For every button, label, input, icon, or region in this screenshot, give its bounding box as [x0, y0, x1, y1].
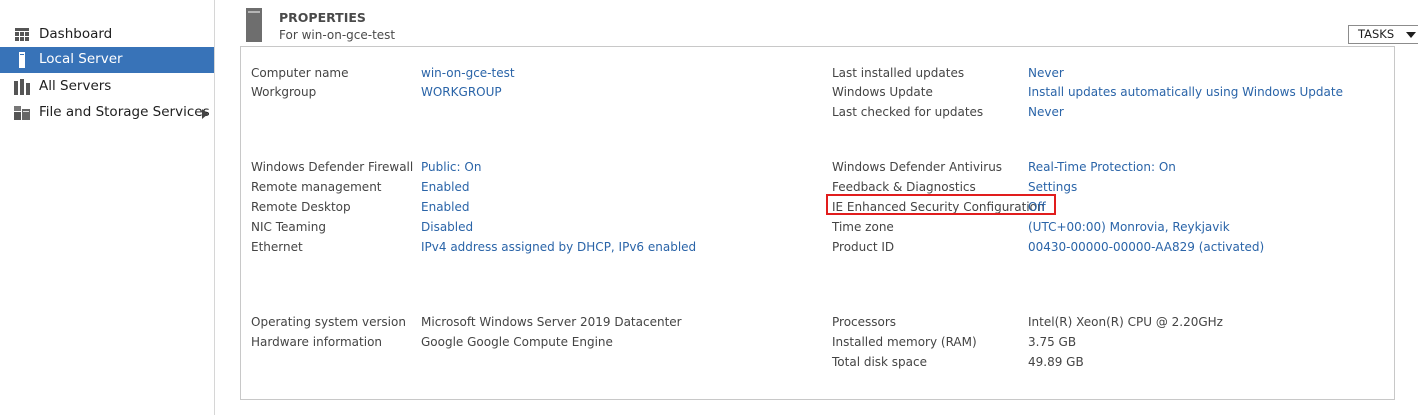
property-value: 49.89 GB — [1028, 355, 1084, 369]
ie-esc-value-link[interactable]: Off — [1028, 200, 1046, 214]
property-label: Windows Defender Firewall — [251, 160, 414, 174]
property-label: Workgroup — [251, 85, 317, 99]
properties-header: PROPERTIES For win-on-gce-test TASKS — [243, 0, 1418, 48]
main-content: PROPERTIES For win-on-gce-test TASKS Com… — [215, 0, 1418, 415]
property-value: Intel(R) Xeon(R) CPU @ 2.20GHz — [1028, 315, 1223, 329]
sidebar-item-label: Dashboard — [39, 26, 113, 42]
property-value-link[interactable]: Never — [1028, 105, 1064, 119]
property-label: Operating system version — [251, 315, 406, 329]
property-label: Computer name — [251, 66, 349, 80]
property-value-link[interactable]: win-on-gce-test — [421, 66, 515, 80]
property-label: Time zone — [832, 220, 894, 234]
tasks-label: TASKS — [1358, 27, 1395, 41]
chevron-down-icon — [1406, 32, 1416, 38]
property-label: Last installed updates — [832, 66, 965, 80]
property-label: Total disk space — [832, 355, 928, 369]
property-label: Processors — [832, 315, 897, 329]
property-value-link[interactable]: Disabled — [421, 220, 473, 234]
property-value-link[interactable]: Enabled — [421, 200, 470, 214]
property-value-link[interactable]: (UTC+00:00) Monrovia, Reykjavik — [1028, 220, 1230, 234]
page-subtitle: For win-on-gce-test — [279, 28, 396, 42]
chevron-right-icon[interactable] — [202, 109, 208, 119]
sidebar-item-label: All Servers — [39, 78, 112, 94]
property-value-link[interactable]: 00430-00000-00000-AA829 (activated) — [1028, 240, 1264, 254]
property-label: Installed memory (RAM) — [832, 335, 977, 349]
storage-icon — [14, 106, 30, 120]
sidebar-item-label: Local Server — [39, 51, 123, 67]
sidebar-item-file-storage[interactable]: File and Storage Services — [0, 100, 214, 126]
property-label: IE Enhanced Security Configuration — [832, 200, 1045, 214]
property-label: Feedback & Diagnostics — [832, 180, 976, 194]
servers-icon — [14, 79, 30, 95]
property-value-link[interactable]: WORKGROUP — [421, 85, 502, 99]
property-label: Ethernet — [251, 240, 303, 254]
property-label: Hardware information — [251, 335, 383, 349]
sidebar: Dashboard Local Server All Servers File … — [0, 0, 215, 415]
property-value-link[interactable]: Never — [1028, 66, 1064, 80]
property-value: 3.75 GB — [1028, 335, 1077, 349]
page-title: PROPERTIES — [279, 10, 366, 25]
property-value: Microsoft Windows Server 2019 Datacenter — [421, 315, 682, 329]
property-value-link[interactable]: Settings — [1028, 180, 1077, 194]
sidebar-item-label: File and Storage Services — [39, 104, 210, 120]
property-value-link[interactable]: Public: On — [421, 160, 481, 174]
property-value-link[interactable]: Install updates automatically using Wind… — [1028, 85, 1343, 99]
property-value-link[interactable]: IPv4 address assigned by DHCP, IPv6 enab… — [421, 240, 696, 254]
tasks-button[interactable]: TASKS — [1348, 25, 1418, 44]
property-label: Last checked for updates — [832, 105, 984, 119]
property-label: Remote Desktop — [251, 200, 351, 214]
property-label: Windows Defender Antivirus — [832, 160, 1003, 174]
property-value-link[interactable]: Enabled — [421, 180, 470, 194]
server-icon — [19, 52, 25, 68]
sidebar-item-dashboard[interactable]: Dashboard — [0, 22, 214, 48]
property-label: NIC Teaming — [251, 220, 326, 234]
property-label: Remote management — [251, 180, 382, 194]
dashboard-grid-icon — [15, 28, 29, 41]
sidebar-item-local-server[interactable]: Local Server — [0, 47, 214, 73]
property-value: Google Google Compute Engine — [421, 335, 613, 349]
sidebar-item-all-servers[interactable]: All Servers — [0, 74, 214, 100]
property-label: Windows Update — [832, 85, 933, 99]
server-tower-icon — [246, 8, 262, 42]
property-value-link[interactable]: Real-Time Protection: On — [1028, 160, 1176, 174]
properties-panel: Computer name win-on-gce-test Workgroup … — [240, 46, 1395, 400]
property-label: Product ID — [832, 240, 895, 254]
